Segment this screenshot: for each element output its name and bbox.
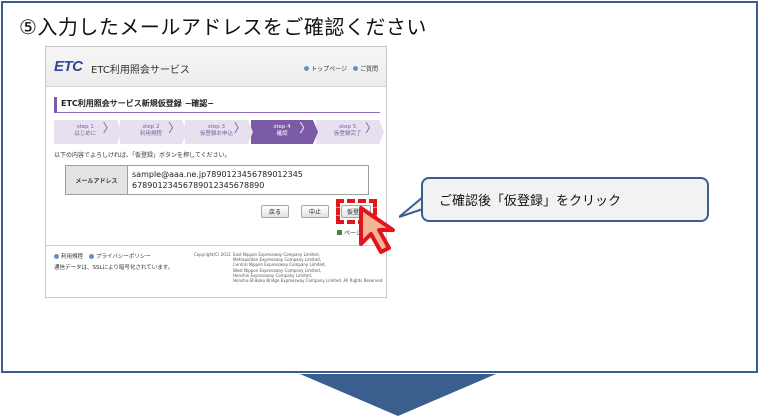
confirm-table: メールアドレス sample@aaa.ne.jp7890123456789012…	[65, 165, 369, 195]
bullet-icon	[304, 66, 310, 71]
instruction-text: 以下の内容でよろしければ、「仮登録」ボタンを押してください。	[54, 152, 231, 159]
panel-title: ETC利用照会サービス新規仮登録 −確認−	[54, 97, 380, 113]
email-value: sample@aaa.ne.jp7890123456789012345 6789…	[132, 170, 303, 190]
header-links: トップページ ご質問	[304, 64, 378, 73]
company-list: East Nippon Expressway Company Limited, …	[233, 252, 384, 284]
step-1: step 1 はじめに〉	[54, 120, 122, 144]
header-link-top[interactable]: トップページ	[304, 64, 347, 73]
footer-divider	[46, 245, 386, 246]
email-label: メールアドレス	[66, 166, 128, 194]
footer-link-privacy[interactable]: プライバシーポリシー	[89, 252, 151, 260]
chevron-right-icon: 〉	[364, 121, 377, 135]
chevron-right-icon: 〉	[299, 121, 312, 135]
step-heading: ⑤入力したメールアドレスをご確認ください	[19, 15, 427, 39]
footer-links: 利用規程 プライバシーポリシー	[54, 252, 151, 260]
bullet-icon	[54, 253, 59, 259]
header-link-faq[interactable]: ご質問	[352, 64, 378, 73]
callout-box: ご確認後「仮登録」をクリック	[421, 177, 709, 222]
service-name: ETC利用照会サービス	[91, 65, 190, 76]
footer-link-terms[interactable]: 利用規程	[54, 252, 83, 260]
ssl-note: 通信データは、SSLにより暗号化されています。	[54, 265, 174, 271]
page-top-icon	[337, 230, 342, 235]
chevron-right-icon: 〉	[233, 121, 246, 135]
step-4: step 4 確認〉	[250, 120, 318, 144]
down-arrow-icon	[300, 374, 496, 416]
bullet-icon	[89, 253, 95, 259]
site-header: ETC ETC利用照会サービス トップページ ご質問	[46, 47, 386, 87]
chevron-right-icon: 〉	[168, 121, 181, 135]
cancel-button[interactable]: 中止	[301, 205, 329, 218]
step-5: step 5 仮登録完了〉	[316, 120, 384, 144]
step-3: step 3 仮登録お申込〉	[185, 120, 253, 144]
step-2: step 2 利用規程〉	[119, 120, 187, 144]
site-screenshot: ETC ETC利用照会サービス トップページ ご質問 ETC利用照会サービス新規…	[45, 46, 387, 298]
back-button[interactable]: 戻る	[261, 205, 289, 218]
copyright: Copyright(C) 2011	[194, 252, 231, 257]
step-progress: step 1 はじめに〉 step 2 利用規程〉 step 3 仮登録お申込〉 st…	[54, 120, 384, 144]
etc-logo: ETC	[54, 58, 83, 75]
bullet-icon	[352, 66, 358, 71]
chevron-right-icon: 〉	[102, 121, 115, 135]
